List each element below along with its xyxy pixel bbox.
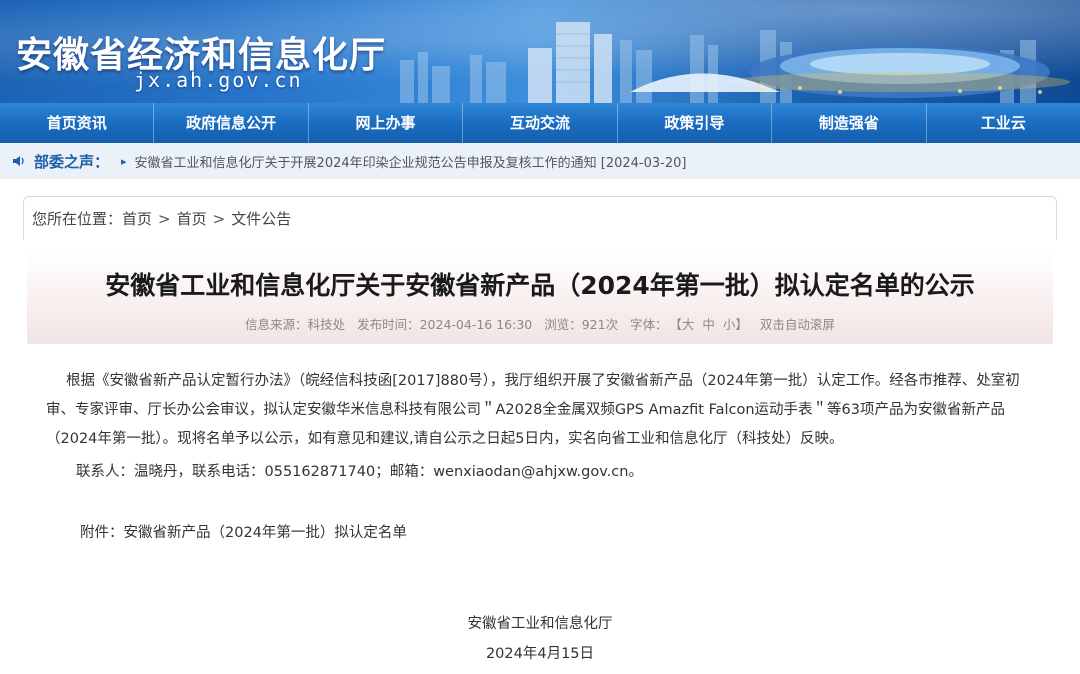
- nav-item-manufacturing[interactable]: 制造强省: [772, 103, 927, 143]
- meta-published: 发布时间：2024-04-16 16:30: [357, 317, 533, 332]
- breadcrumb-item-home-2[interactable]: 首页: [177, 208, 207, 229]
- nav-item-home[interactable]: 首页资讯: [0, 103, 155, 143]
- site-domain: jx.ah.gov.cn: [134, 68, 303, 92]
- attachment-link[interactable]: 附件：安徽省新产品（2024年第一批）拟认定名单: [80, 519, 1080, 548]
- article-paragraph: 根据《安徽省新产品认定暂行办法》（皖经信科技函[2017]880号），我厅组织开…: [46, 373, 1020, 447]
- contact-info: 联系人：温晓丹，联系电话：055162871740；邮箱：wenxiaodan@…: [76, 464, 643, 480]
- breadcrumb-prefix: 您所在位置：: [32, 210, 123, 228]
- nav-item-gov-info[interactable]: 政府信息公开: [154, 103, 309, 143]
- article-meta: 信息来源：科技处 发布时间：2024-04-16 16:30 浏览：921次 字…: [27, 314, 1053, 333]
- nav-item-policy[interactable]: 政策引导: [618, 103, 773, 143]
- breadcrumb-item-announcements[interactable]: 文件公告: [231, 208, 291, 229]
- notice-label: 部委之声：: [34, 152, 110, 171]
- nav-item-online-services[interactable]: 网上办事: [309, 103, 464, 143]
- article-header: 安徽省工业和信息化厅关于安徽省新产品（2024年第一批）拟认定名单的公示 信息来…: [27, 252, 1053, 344]
- breadcrumb-separator: >: [212, 209, 226, 228]
- nav-item-industrial-cloud[interactable]: 工业云: [927, 103, 1080, 143]
- font-size-medium-button[interactable]: 中: [702, 317, 715, 332]
- article-title: 安徽省工业和信息化厅关于安徽省新产品（2024年第一批）拟认定名单的公示: [105, 271, 975, 300]
- signature-date: 2024年4月15日: [485, 646, 595, 662]
- meta-views: 浏览：921次: [544, 317, 619, 332]
- signature-org: 安徽省工业和信息化厅: [467, 616, 613, 632]
- breadcrumb-separator: >: [158, 209, 171, 228]
- triangle-right-icon: ▸: [121, 154, 127, 168]
- speaker-icon: [13, 156, 24, 166]
- notice-link[interactable]: 安徽省工业和信息化厅关于开展2024年印染企业规范公告申报及复核工作的通知 [2…: [135, 152, 687, 171]
- header-banner: 安徽省经济和信息化厅 jx.ah.gov.cn: [0, 0, 1080, 103]
- autoscroll-toggle[interactable]: 双击自动滚屏: [760, 317, 835, 332]
- main-nav: 首页资讯 政府信息公开 网上办事 互动交流 政策引导 制造强省 工业云: [0, 103, 1080, 143]
- font-size-small-button[interactable]: 小】: [723, 317, 748, 332]
- breadcrumb: 您所在位置： 首页 > 首页 > 文件公告: [23, 196, 1057, 240]
- breadcrumb-item-home-1[interactable]: 首页: [122, 208, 152, 229]
- font-size-large-button[interactable]: 【大: [676, 317, 695, 332]
- meta-font-label: 字体：: [630, 317, 668, 332]
- nav-item-interaction[interactable]: 互动交流: [463, 103, 618, 143]
- notice-bar: 部委之声： ▸ 安徽省工业和信息化厅关于开展2024年印染企业规范公告申报及复核…: [0, 143, 1080, 179]
- meta-source: 信息来源：科技处: [245, 317, 346, 332]
